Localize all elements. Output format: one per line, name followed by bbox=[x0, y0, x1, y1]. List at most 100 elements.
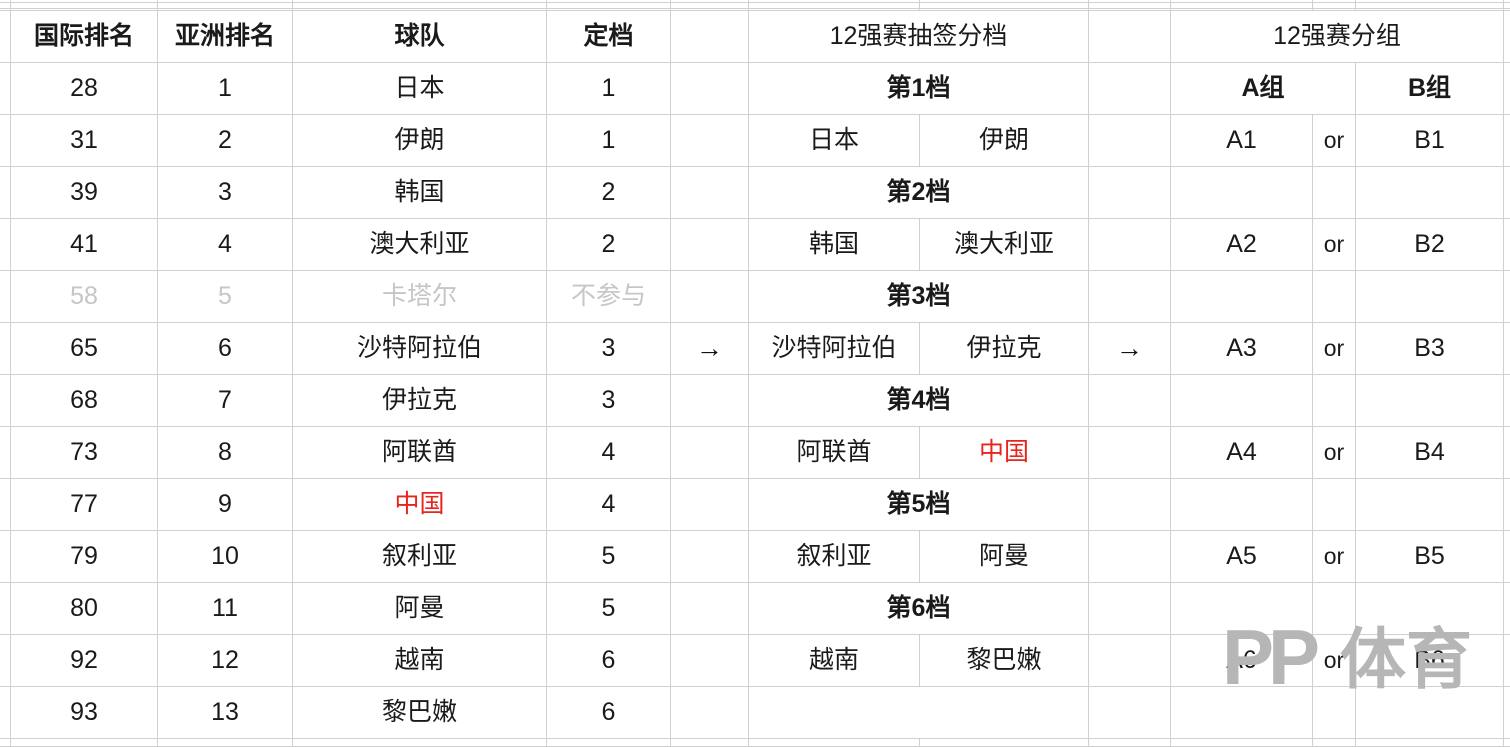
pot-team-right: 伊朗 bbox=[920, 115, 1088, 166]
group-slot-b: B4 bbox=[1356, 427, 1503, 478]
cell-team-name: 伊朗 bbox=[293, 115, 546, 166]
cell-asia-rank: 6 bbox=[158, 323, 292, 374]
spacer-cell-left-arrow-col bbox=[671, 11, 748, 62]
pot-label: 第6档 bbox=[749, 583, 1088, 634]
cell-asia-rank: 8 bbox=[158, 427, 292, 478]
section-header-draw-pots: 12强赛抽签分档 bbox=[749, 11, 1088, 62]
group-slot-a: A1 bbox=[1171, 115, 1312, 166]
cell-asia-rank: 2 bbox=[158, 115, 292, 166]
group-slot-b: B3 bbox=[1356, 323, 1503, 374]
cell-team-name: 韩国 bbox=[293, 167, 546, 218]
cell-pot-number: 4 bbox=[547, 479, 670, 530]
cell-pot-number: 1 bbox=[547, 115, 670, 166]
pot-block-empty-cell bbox=[749, 687, 1088, 738]
group-slot-a: A3 bbox=[1171, 323, 1312, 374]
group-header-b: B组 bbox=[1356, 63, 1503, 114]
cell-team-name: 卡塔尔 bbox=[293, 271, 546, 322]
cell-pot-number: 4 bbox=[547, 427, 670, 478]
flow-arrow-left-icon: → bbox=[671, 323, 748, 374]
cell-pot-number: 1 bbox=[547, 63, 670, 114]
cell-intl-rank: 93 bbox=[11, 687, 157, 738]
group-slot-a: A5 bbox=[1171, 531, 1312, 582]
cell-team-name: 阿曼 bbox=[293, 583, 546, 634]
column-header-intl-rank: 国际排名 bbox=[11, 11, 157, 62]
column-header-asia-rank: 亚洲排名 bbox=[158, 11, 292, 62]
pot-team-left: 越南 bbox=[749, 635, 919, 686]
pot-team-right: 澳大利亚 bbox=[920, 219, 1088, 270]
pot-team-left: 叙利亚 bbox=[749, 531, 919, 582]
pot-team-right: 中国 bbox=[920, 427, 1088, 478]
cell-asia-rank: 7 bbox=[158, 375, 292, 426]
cell-asia-rank: 3 bbox=[158, 167, 292, 218]
cell-asia-rank: 9 bbox=[158, 479, 292, 530]
cell-pot-number: 3 bbox=[547, 323, 670, 374]
group-slot-b: B5 bbox=[1356, 531, 1503, 582]
pot-team-right: 阿曼 bbox=[920, 531, 1088, 582]
pot-team-left: 阿联酋 bbox=[749, 427, 919, 478]
cell-intl-rank: 77 bbox=[11, 479, 157, 530]
group-header-a: A组 bbox=[1171, 63, 1355, 114]
cell-intl-rank: 41 bbox=[11, 219, 157, 270]
table-content: 国际排名 亚洲排名 球队 定档 12强赛抽签分档 12强赛分组 28 1 日本 1 31 2 伊朗 1 39… bbox=[0, 0, 1510, 746]
group-slot-or-label: or bbox=[1313, 531, 1355, 582]
pot-team-left: 韩国 bbox=[749, 219, 919, 270]
cell-asia-rank: 5 bbox=[158, 271, 292, 322]
cell-team-name: 澳大利亚 bbox=[293, 219, 546, 270]
cell-team-name: 日本 bbox=[293, 63, 546, 114]
group-slot-b: B6 bbox=[1356, 635, 1503, 686]
flow-arrow-right-icon: → bbox=[1089, 323, 1170, 374]
cell-pot-number: 6 bbox=[547, 635, 670, 686]
group-slot-or-label: or bbox=[1313, 219, 1355, 270]
cell-asia-rank: 13 bbox=[158, 687, 292, 738]
group-slot-or-label: or bbox=[1313, 635, 1355, 686]
cell-asia-rank: 1 bbox=[158, 63, 292, 114]
section-header-groups: 12强赛分组 bbox=[1171, 11, 1503, 62]
pot-team-left: 日本 bbox=[749, 115, 919, 166]
pot-label: 第1档 bbox=[749, 63, 1088, 114]
cell-intl-rank: 79 bbox=[11, 531, 157, 582]
spreadsheet-table: 国际排名 亚洲排名 球队 定档 12强赛抽签分档 12强赛分组 28 1 日本 1 31 2 伊朗 1 39… bbox=[0, 0, 1510, 747]
cell-pot-number: 2 bbox=[547, 219, 670, 270]
cell-intl-rank: 65 bbox=[11, 323, 157, 374]
cell-intl-rank: 80 bbox=[11, 583, 157, 634]
group-slot-a: A6 bbox=[1171, 635, 1312, 686]
cell-intl-rank: 92 bbox=[11, 635, 157, 686]
group-slot-b: B1 bbox=[1356, 115, 1503, 166]
column-header-team: 球队 bbox=[293, 11, 546, 62]
group-slot-or-label: or bbox=[1313, 115, 1355, 166]
cell-team-name: 阿联酋 bbox=[293, 427, 546, 478]
column-header-pot: 定档 bbox=[547, 11, 670, 62]
cell-asia-rank: 11 bbox=[158, 583, 292, 634]
cell-team-name: 黎巴嫩 bbox=[293, 687, 546, 738]
cell-intl-rank: 73 bbox=[11, 427, 157, 478]
pot-label: 第2档 bbox=[749, 167, 1088, 218]
cell-pot-number: 5 bbox=[547, 583, 670, 634]
cell-intl-rank: 39 bbox=[11, 167, 157, 218]
cell-intl-rank: 28 bbox=[11, 63, 157, 114]
cell-intl-rank: 31 bbox=[11, 115, 157, 166]
cell-asia-rank: 4 bbox=[158, 219, 292, 270]
cell-pot-number: 6 bbox=[547, 687, 670, 738]
pot-label: 第4档 bbox=[749, 375, 1088, 426]
group-slot-a: A2 bbox=[1171, 219, 1312, 270]
cell-pot-number: 3 bbox=[547, 375, 670, 426]
spacer-cell-right-arrow-col bbox=[1089, 11, 1170, 62]
pot-label: 第3档 bbox=[749, 271, 1088, 322]
group-slot-or-label: or bbox=[1313, 323, 1355, 374]
group-slot-b: B2 bbox=[1356, 219, 1503, 270]
group-slot-a: A4 bbox=[1171, 427, 1312, 478]
cell-pot-number: 5 bbox=[547, 531, 670, 582]
cell-team-name: 越南 bbox=[293, 635, 546, 686]
group-slot-or-label: or bbox=[1313, 427, 1355, 478]
cell-intl-rank: 58 bbox=[11, 271, 157, 322]
cell-team-name: 中国 bbox=[293, 479, 546, 530]
cell-asia-rank: 12 bbox=[158, 635, 292, 686]
pot-team-right: 伊拉克 bbox=[920, 323, 1088, 374]
pot-team-right: 黎巴嫩 bbox=[920, 635, 1088, 686]
cell-team-name: 沙特阿拉伯 bbox=[293, 323, 546, 374]
cell-pot-number: 不参与 bbox=[547, 271, 670, 322]
cell-intl-rank: 68 bbox=[11, 375, 157, 426]
cell-asia-rank: 10 bbox=[158, 531, 292, 582]
pot-team-left: 沙特阿拉伯 bbox=[749, 323, 919, 374]
cell-team-name: 叙利亚 bbox=[293, 531, 546, 582]
